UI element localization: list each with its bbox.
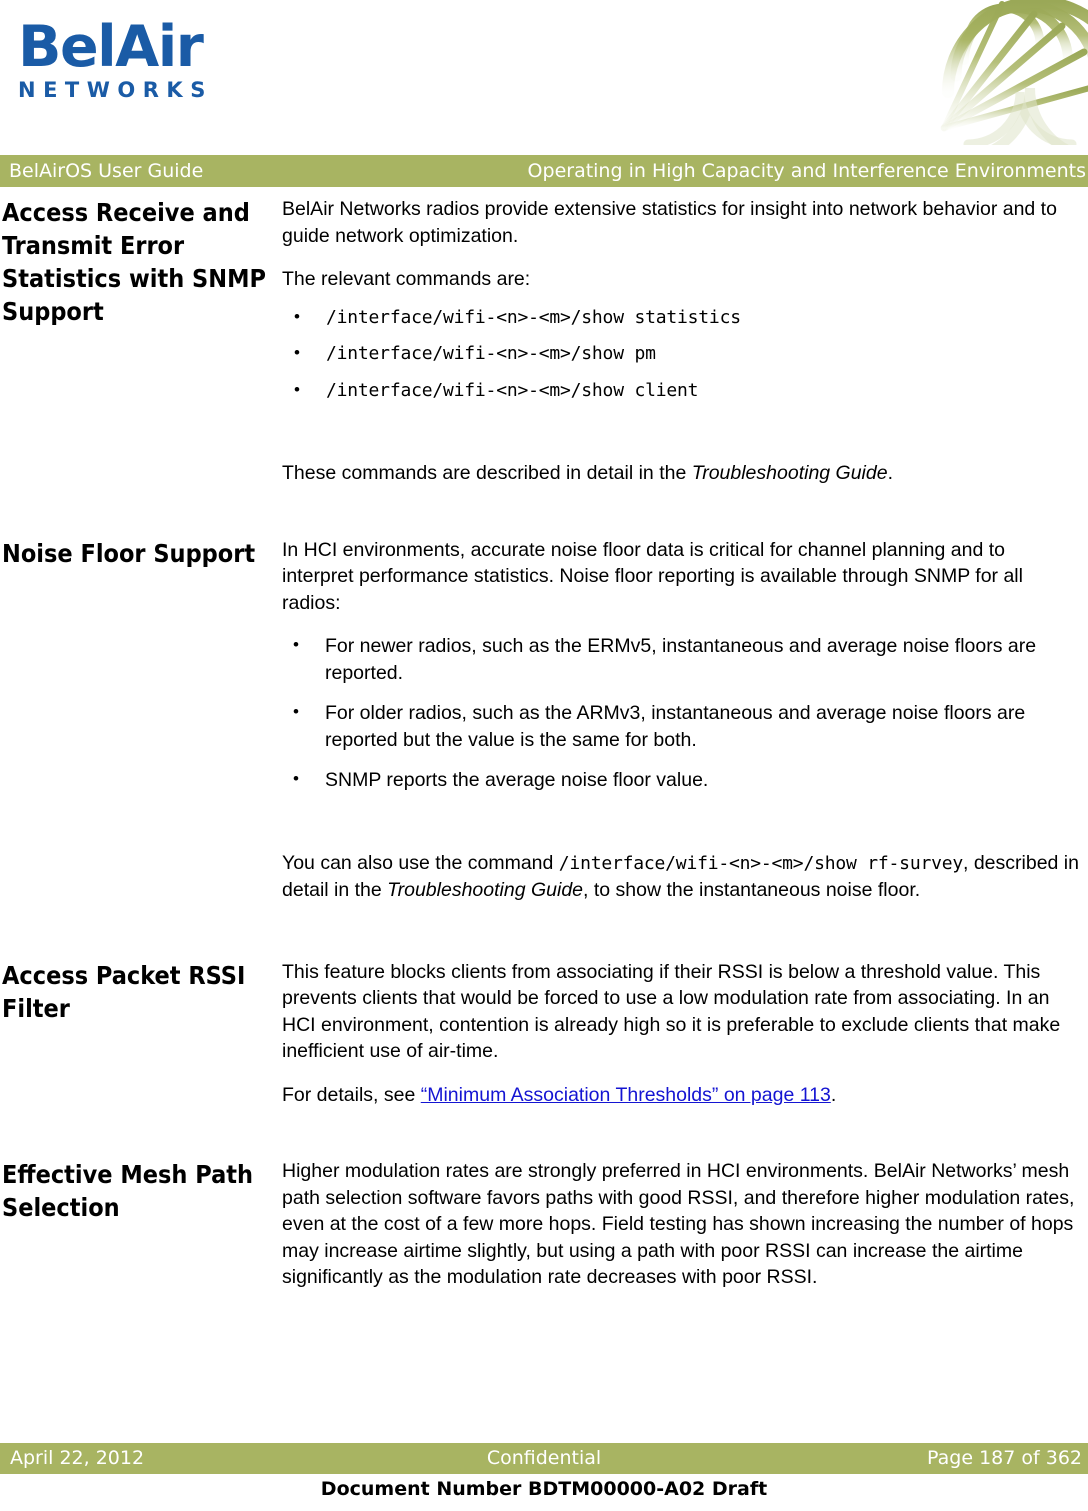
list-item: For newer radios, such as the ERMv5, ins… — [282, 632, 1080, 686]
cli-command: /interface/wifi-<n>-<m>/show statistics — [326, 306, 741, 328]
document-page: BelAir NETWORKS BelAirOS User Guide Oper… — [0, 0, 1088, 1511]
list-item: /interface/wifi-<n>-<m>/show statistics — [282, 304, 1080, 332]
footer-page-number: Page 187 of 362 — [927, 1447, 1082, 1469]
text-run: For details, see — [282, 1083, 421, 1106]
paragraph: For details, see “Minimum Association Th… — [282, 1082, 1080, 1109]
section-heading: Effective Mesh Path Selection — [2, 1160, 254, 1222]
section-heading: Noise Floor Support — [2, 538, 256, 568]
logo-wordmark: BelAir — [18, 14, 204, 80]
guide-reference: Troubleshooting Guide — [387, 879, 584, 901]
page-content: Access Receive and Transmit Error Statis… — [0, 196, 1088, 1308]
paragraph: The relevant commands are: — [282, 268, 531, 290]
text-run: . — [830, 1083, 837, 1106]
paragraph: In HCI environments, accurate noise floo… — [282, 538, 1023, 614]
paragraph: This feature blocks clients from associa… — [282, 960, 1061, 1063]
list-item: For older radios, such as the ARMv3, ins… — [282, 699, 1080, 753]
list-item: SNMP reports the average noise floor val… — [282, 766, 1080, 794]
cross-reference-link[interactable]: “Minimum Association Thresholds” on page… — [421, 1084, 831, 1106]
cli-command: /interface/wifi-<n>-<m>/show rf-survey — [558, 852, 963, 874]
section-body: BelAir Networks radios provide extensive… — [282, 196, 1088, 504]
radial-web-icon — [938, 0, 1088, 145]
text-run: You can also use the command — [282, 851, 559, 874]
logo-subtitle: NETWORKS — [18, 78, 213, 102]
header-guide-title: BelAirOS User Guide — [9, 160, 204, 182]
section-access-packet-rssi-filter: Access Packet RSSI Filter This feature b… — [0, 959, 1088, 1126]
noise-floor-bullet-list: For newer radios, such as the ERMv5, ins… — [282, 632, 1080, 794]
guide-reference: Troubleshooting Guide — [691, 462, 888, 484]
section-body: This feature blocks clients from associa… — [282, 959, 1088, 1126]
paragraph: These commands are described in detail i… — [282, 460, 1080, 487]
command-list: /interface/wifi-<n>-<m>/show statistics … — [282, 304, 1080, 405]
running-footer: April 22, 2012 Confidential Page 187 of … — [0, 1443, 1088, 1474]
header-chapter-title: Operating in High Capacity and Interfere… — [527, 160, 1086, 182]
text-run: These commands are described in detail i… — [282, 462, 692, 484]
footer-document-number: Document Number BDTM00000-A02 Draft — [320, 1478, 768, 1500]
list-item: /interface/wifi-<n>-<m>/show client — [282, 377, 1080, 405]
paragraph: BelAir Networks radios provide extensive… — [282, 198, 1057, 247]
section-noise-floor-support: Noise Floor Support In HCI environments,… — [0, 537, 1088, 921]
section-heading: Access Packet RSSI Filter — [2, 960, 246, 1023]
footer-classification: Confidential — [486, 1447, 602, 1469]
paragraph: Higher modulation rates are strongly pre… — [282, 1160, 1075, 1288]
section-effective-mesh-path-selection: Effective Mesh Path Selection Higher mod… — [0, 1158, 1088, 1308]
list-item: /interface/wifi-<n>-<m>/show pm — [282, 340, 1080, 368]
section-heading: Access Receive and Transmit Error Statis… — [2, 198, 266, 326]
text-run: . — [887, 462, 894, 484]
text-run: , to show the instantaneous noise floor. — [583, 879, 921, 901]
section-body: In HCI environments, accurate noise floo… — [282, 537, 1088, 921]
paragraph: You can also use the command /interface/… — [282, 850, 1080, 904]
belair-networks-logo: BelAir NETWORKS — [18, 18, 338, 128]
section-body: Higher modulation rates are strongly pre… — [282, 1158, 1088, 1308]
cli-command: /interface/wifi-<n>-<m>/show pm — [326, 343, 656, 364]
cli-command: /interface/wifi-<n>-<m>/show client — [326, 379, 699, 401]
section-access-error-statistics: Access Receive and Transmit Error Statis… — [0, 196, 1088, 504]
running-header: BelAirOS User Guide Operating in High Ca… — [0, 155, 1088, 187]
